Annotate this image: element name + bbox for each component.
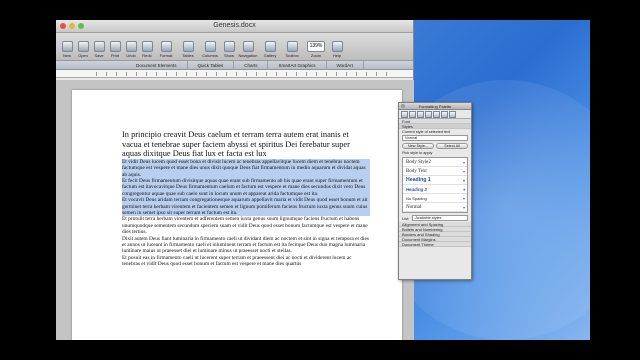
new-style-button[interactable]: New Style... [402,143,434,149]
style-item-body-text[interactable]: Body Text [403,167,467,176]
document-area: In principio creavit Deus caelum et terr… [56,80,414,340]
select-all-button[interactable]: Select All [436,143,468,149]
navigation-button[interactable]: Navigation [238,41,258,58]
compatibility-icon[interactable] [441,111,448,118]
format-brush-icon [160,41,172,52]
reference-tools-icon[interactable] [433,111,440,118]
folder-icon [77,41,89,52]
undo-icon [125,41,137,52]
columns-icon [204,41,216,52]
new-button[interactable]: New [60,41,74,58]
help-button[interactable]: Help [330,41,344,58]
open-button[interactable]: Open [76,41,90,58]
format-button[interactable]: Format [156,41,176,58]
palette-title: Formatting Palette [418,104,452,109]
paragraph-selected: Et vidit Deus lucem quod esset bona et d… [122,158,370,178]
current-style-field[interactable]: Normal [402,135,468,141]
list-select[interactable]: Available styles [412,215,468,221]
project-palette-icon[interactable] [449,111,456,118]
save-icon [93,41,105,52]
style-item-heading-2[interactable]: Heading 2 [403,185,467,194]
print-button[interactable]: Print [108,41,122,58]
pick-style-label: Pick style to apply [402,151,433,155]
paragraph-title: In principio creavit Deus caelum et terr… [122,130,350,159]
style-item-normal[interactable]: Normal [403,203,467,212]
elements-gallery-tabs: Document Elements Quick Tables Charts Sm… [56,60,413,70]
tab-charts[interactable]: Charts [234,60,269,70]
style-item-heading-1[interactable]: Heading 1 [403,176,467,185]
tab-document-elements[interactable]: Document Elements [126,60,188,70]
tab-smartart-graphics[interactable]: SmartArt Graphics [268,60,327,70]
redo-button[interactable]: Redo [140,41,154,58]
save-button[interactable]: Save [92,41,106,58]
section-document-theme[interactable]: Document Theme [399,242,471,247]
palette-close-icon[interactable] [401,104,405,108]
formatting-icon[interactable] [401,111,408,118]
pilcrow-icon [223,41,235,52]
navigation-pane-icon [242,41,254,52]
word-window: Genesis.docx New Open Save Print Undo Re… [56,20,414,340]
palette-titlebar[interactable]: Formatting Palette [399,103,471,110]
redo-icon [141,41,153,52]
zoom-control[interactable]: 139% Zoom [304,41,328,58]
style-list: Body Style2 Body Text Heading 1 Heading … [402,157,468,213]
style-item-body-style2[interactable]: Body Style2 [403,158,467,167]
show-button[interactable]: Show [222,41,236,58]
table-icon [182,41,194,52]
scrapbook-icon[interactable] [425,111,432,118]
style-item-no-spacing[interactable]: No Spacing [403,194,467,203]
paragraph-selected: Et vocavit Deus aridam terram congregati… [122,197,370,217]
toolbox-button[interactable]: Toolbox [282,41,302,58]
formatting-palette: Formatting Palette Font Styles Current s… [398,102,472,280]
tab-wordart[interactable]: WordArt [327,60,364,70]
document-body[interactable]: In principio creavit Deus caelum et terr… [122,130,370,268]
horizontal-ruler[interactable] [56,70,413,78]
zoom-field[interactable]: 139% [307,41,325,52]
paragraph: Et protulit terra herbam virentem et adf… [122,216,368,236]
help-icon [331,41,343,52]
citations-icon[interactable] [417,111,424,118]
printer-icon [109,41,121,52]
palette-icon-row [399,110,471,119]
tables-button[interactable]: Tables [178,41,198,58]
desktop: Genesis.docx New Open Save Print Undo Re… [56,20,590,340]
undo-button[interactable]: Undo [124,41,138,58]
paragraph-selected: Et fecit Deus firmamentum divisitque aqu… [122,178,370,198]
tab-quick-tables[interactable]: Quick Tables [188,60,235,70]
standard-toolbar: New Open Save Print Undo Redo Format Tab… [56,33,413,61]
paragraph: Et posuit eas in firmamento caeli ut luc… [122,254,352,268]
gallery-icon [264,41,276,52]
object-palette-icon[interactable] [409,111,416,118]
gallery-button[interactable]: Gallery [260,41,280,58]
window-title: Genesis.docx [213,22,256,29]
document-page[interactable]: In principio creavit Deus caelum et terr… [72,90,402,340]
columns-button[interactable]: Columns [200,41,220,58]
toolbox-icon [286,41,298,52]
paragraph: Dixit autem Deus fiant luminaria in firm… [122,235,370,255]
window-titlebar[interactable]: Genesis.docx [56,20,413,33]
new-document-icon [61,41,73,52]
list-label: List: [402,215,410,221]
